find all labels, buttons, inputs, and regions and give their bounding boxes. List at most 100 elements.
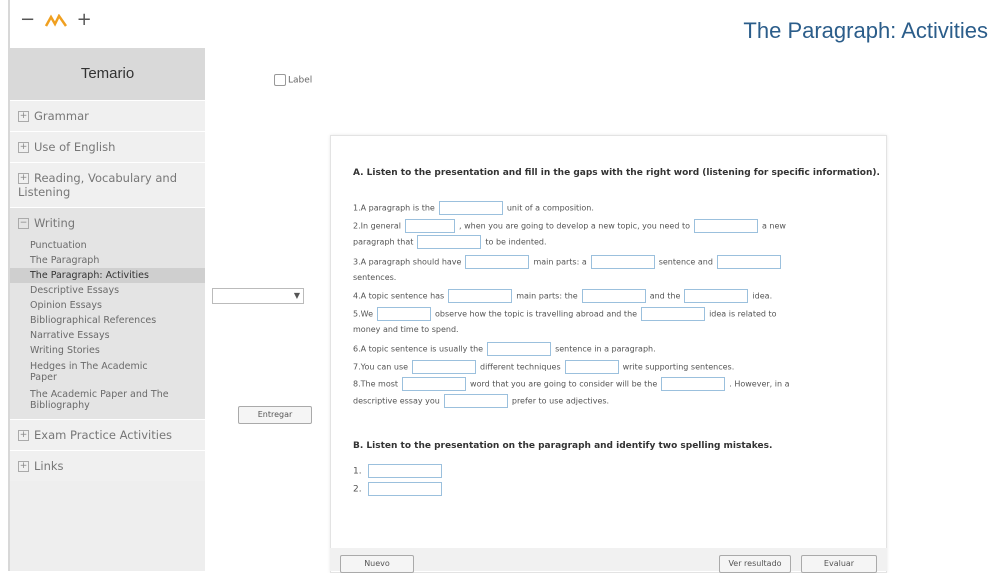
ver-resultado-button[interactable]: Ver resultado <box>719 555 791 573</box>
sidebar-subitem-narrative-essays[interactable]: Narrative Essays <box>10 328 205 343</box>
question-text: idea is related to <box>709 309 777 319</box>
sidebar-item-reading[interactable]: + Reading, Vocabulary and Listening <box>10 162 205 207</box>
question-8: 8.The most word that you are going to con… <box>353 377 789 391</box>
question-5-cont: money and time to spend. <box>353 323 459 337</box>
question-text: 3.A paragraph should have <box>353 257 462 267</box>
sidebar-subitem-punctuation[interactable]: Punctuation <box>10 238 205 253</box>
gap-input[interactable] <box>448 289 513 303</box>
question-2: 2.In general , when you are going to deve… <box>353 219 786 233</box>
question-text: sentence and <box>658 257 713 267</box>
question-text: 4.A topic sentence has <box>353 291 445 301</box>
entregar-button[interactable]: Entregar <box>238 406 312 424</box>
question-4: 4.A topic sentence has main parts: the and… <box>353 289 772 303</box>
question-text: main parts: the <box>516 291 578 301</box>
expand-icon: + <box>18 173 29 184</box>
question-text: prefer to use adjectives. <box>511 396 610 406</box>
gap-input[interactable] <box>412 360 477 374</box>
gap-input[interactable] <box>590 255 655 269</box>
question-text: descriptive essay you <box>353 396 440 406</box>
gap-input[interactable] <box>693 219 758 233</box>
sidebar-subitem-academic-paper[interactable]: The Academic Paper and The Bibliography <box>10 386 205 419</box>
sidebar-subitem-descriptive-essays[interactable]: Descriptive Essays <box>10 283 205 298</box>
question-text: sentences. <box>353 273 397 282</box>
answer-input[interactable] <box>367 464 442 478</box>
sidebar-item-label: Writing <box>34 216 76 230</box>
answer-input[interactable] <box>367 482 442 496</box>
question-text: money and time to spend. <box>353 325 459 334</box>
gap-input[interactable] <box>402 377 467 391</box>
sidebar-item-label: Exam Practice Activities <box>34 428 173 442</box>
gap-input[interactable] <box>443 394 508 408</box>
gap-input[interactable] <box>417 235 482 249</box>
sidebar-subitem-the-paragraph[interactable]: The Paragraph <box>10 253 205 268</box>
sidebar-subitem-bibliographical-references[interactable]: Bibliographical References <box>10 313 205 328</box>
question-text: main parts: a <box>533 257 587 267</box>
nuevo-button[interactable]: Nuevo <box>340 555 414 573</box>
gap-input[interactable] <box>564 360 619 374</box>
sidebar-item-grammar[interactable]: + Grammar <box>10 100 205 131</box>
label-checkbox[interactable]: Label <box>274 74 312 86</box>
answer-number: 2. <box>353 484 362 495</box>
sidebar-item-links[interactable]: + Links <box>10 450 205 481</box>
select-dropdown[interactable]: ▼ <box>212 288 304 304</box>
question-6: 6.A topic sentence is usually the sentenc… <box>353 342 656 356</box>
question-text: observe how the topic is travelling abro… <box>435 309 638 319</box>
sidebar-subitem-opinion-essays[interactable]: Opinion Essays <box>10 298 205 313</box>
sidebar-subitem-writing-stories[interactable]: Writing Stories <box>10 343 205 358</box>
sidebar-item-label: Use of English <box>34 140 116 154</box>
question-text: different techniques <box>480 362 561 372</box>
gap-input[interactable] <box>716 255 781 269</box>
question-1: 1.A paragraph is the unit of a compositio… <box>353 201 594 215</box>
gap-input[interactable] <box>581 289 646 303</box>
question-text: unit of a composition. <box>506 203 594 213</box>
gap-input[interactable] <box>661 377 726 391</box>
expand-icon: + <box>18 461 29 472</box>
zoom-out-button[interactable]: − <box>20 9 35 30</box>
evaluar-button[interactable]: Evaluar <box>801 555 877 573</box>
sidebar-item-label: Reading, Vocabulary and Listening <box>18 171 178 199</box>
question-text: 1.A paragraph is the <box>353 203 435 213</box>
sidebar-header: Temario <box>10 48 205 100</box>
gap-input[interactable] <box>465 255 530 269</box>
zoom-in-button[interactable]: + <box>77 9 92 30</box>
sidebar-subitem-paragraph-activities[interactable]: The Paragraph: Activities <box>10 268 205 283</box>
question-3-cont: sentences. <box>353 271 396 285</box>
sidebar-item-writing[interactable]: − Writing <box>10 208 205 238</box>
question-text: to be indented. <box>485 237 547 247</box>
sidebar-item-label: Links <box>34 459 64 473</box>
question-text: 8.The most <box>353 379 399 389</box>
gap-input[interactable] <box>684 289 749 303</box>
question-text: 6.A topic sentence is usually the <box>353 344 484 354</box>
expand-icon: + <box>18 142 29 153</box>
question-text: word that you are going to consider will… <box>470 379 658 389</box>
answer-number: 1. <box>353 466 362 477</box>
chevron-down-icon: ▼ <box>293 291 300 300</box>
question-text: idea. <box>752 291 773 301</box>
question-text: a new <box>761 221 786 231</box>
question-text: , when you are going to develop a new to… <box>459 221 690 231</box>
sidebar-item-label: Grammar <box>34 109 89 123</box>
question-text: 7.You can use <box>353 362 409 372</box>
section-a-heading: A. Listen to the presentation and fill i… <box>353 168 880 178</box>
question-text: and the <box>649 291 681 301</box>
gap-input[interactable] <box>641 307 706 321</box>
expand-icon: + <box>18 430 29 441</box>
question-3: 3.A paragraph should have main parts: a se… <box>353 255 785 269</box>
question-text: 5.We <box>353 309 373 319</box>
question-8-cont: descriptive essay you prefer to use adjec… <box>353 394 609 408</box>
answer-row-1: 1. <box>353 464 446 478</box>
question-text: 2.In general <box>353 221 402 231</box>
question-7: 7.You can use different techniques write s… <box>353 360 734 374</box>
gap-input[interactable] <box>377 307 431 321</box>
gap-input[interactable] <box>438 201 503 215</box>
zoom-controls: − + <box>20 8 92 30</box>
section-b-heading: B. Listen to the presentation on the par… <box>353 441 773 451</box>
sidebar-item-exam-practice[interactable]: + Exam Practice Activities <box>10 419 205 450</box>
logo-icon <box>44 12 67 27</box>
sidebar-subitem-hedges[interactable]: Hedges in The Academic Paper <box>10 358 205 386</box>
checkbox-label: Label <box>288 75 313 86</box>
sidebar-item-use-of-english[interactable]: + Use of English <box>10 131 205 162</box>
expand-icon: + <box>18 111 29 122</box>
gap-input[interactable] <box>405 219 456 233</box>
gap-input[interactable] <box>487 342 552 356</box>
